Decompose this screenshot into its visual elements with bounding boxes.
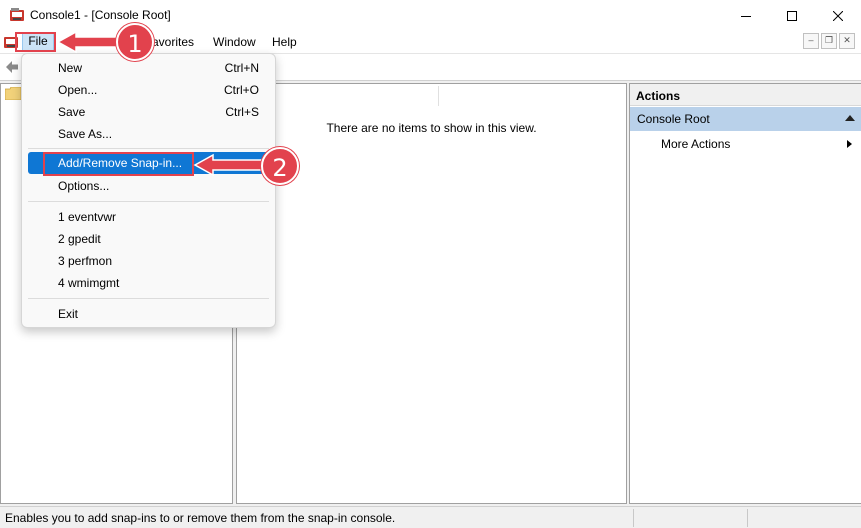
menu-separator [28, 201, 269, 202]
mdi-close-icon[interactable]: ✕ [839, 33, 855, 49]
add-remove-callout-box [43, 152, 194, 176]
actions-pane: Actions Console Root More Actions [629, 83, 861, 504]
menu-item-label: 2 gpedit [58, 232, 101, 246]
column-separator [438, 86, 439, 106]
close-icon [833, 10, 843, 21]
menu-favorites[interactable]: avorites [150, 34, 196, 50]
more-actions-link[interactable]: More Actions [661, 137, 730, 151]
menu-item-recent-1[interactable]: 1 eventvwr [28, 206, 269, 228]
menu-item-label: Save [58, 105, 86, 119]
window-title: Console1 - [Console Root] [30, 8, 171, 22]
menu-item-save[interactable]: Save Ctrl+S [28, 101, 269, 123]
collapse-up-icon[interactable] [845, 115, 855, 121]
mmc-window: Console1 - [Console Root] File avorites … [0, 0, 861, 528]
menu-item-recent-3[interactable]: 3 perfmon [28, 250, 269, 272]
minimize-icon [741, 15, 751, 17]
submenu-arrow-icon [847, 140, 852, 148]
menu-item-options[interactable]: Options... [28, 175, 269, 197]
folder-icon [5, 87, 21, 100]
menu-item-open[interactable]: Open... Ctrl+O [28, 79, 269, 101]
menu-item-label: Options... [58, 179, 110, 193]
menu-item-label: Save As... [58, 127, 113, 141]
menu-item-recent-4[interactable]: 4 wmimgmt [28, 272, 269, 294]
results-pane[interactable]: There are no items to show in this view. [236, 83, 627, 504]
mdi-minimize-icon[interactable]: – [803, 33, 819, 49]
menu-item-recent-2[interactable]: 2 gpedit [28, 228, 269, 250]
menu-item-exit[interactable]: Exit [28, 303, 269, 325]
annotation-arrow-2 [193, 153, 266, 177]
menu-item-label: Open... [58, 83, 98, 97]
step-badge-2: 2 [261, 147, 299, 185]
file-menu-dropdown: New Ctrl+N Open... Ctrl+O Save Ctrl+S Sa… [21, 53, 276, 328]
step-badge-1: 1 [116, 23, 154, 61]
status-separator [633, 509, 634, 527]
mmc-console-icon [10, 8, 24, 21]
menu-separator [28, 298, 269, 299]
menu-separator [28, 148, 269, 149]
status-bar: Enables you to add snap-ins to or remove… [0, 506, 861, 528]
maximize-icon [787, 10, 797, 21]
menu-item-label: 3 perfmon [58, 254, 113, 268]
menu-item-shortcut: Ctrl+N [224, 61, 259, 75]
menu-item-save-as[interactable]: Save As... [28, 123, 269, 145]
menu-item-label: Exit [58, 307, 79, 321]
status-separator [747, 509, 748, 527]
menu-item-new[interactable]: New Ctrl+N [28, 57, 269, 79]
actions-section-console-root[interactable]: Console Root [630, 107, 861, 131]
close-button[interactable] [815, 0, 861, 31]
menu-item-shortcut: Ctrl+O [223, 83, 259, 97]
menu-item-label: 4 wmimgmt [58, 276, 120, 290]
minimize-button[interactable] [723, 0, 769, 31]
menu-item-label: 1 eventvwr [58, 210, 117, 224]
back-arrow-icon[interactable] [5, 60, 19, 74]
menu-item-shortcut: Ctrl+S [225, 105, 259, 119]
file-menu-callout-box [15, 32, 56, 52]
actions-header: Actions [630, 84, 861, 106]
mdi-controls: – ❐ ✕ [803, 33, 855, 49]
actions-section-label: Console Root [637, 112, 710, 126]
menu-item-label: New [58, 61, 83, 75]
mdi-restore-icon[interactable]: ❐ [821, 33, 837, 49]
status-text: Enables you to add snap-ins to or remove… [5, 511, 396, 525]
menu-window[interactable]: Window [211, 34, 258, 50]
maximize-button[interactable] [769, 0, 815, 31]
menu-help[interactable]: Help [270, 34, 299, 50]
empty-view-message: There are no items to show in this view. [326, 121, 537, 135]
